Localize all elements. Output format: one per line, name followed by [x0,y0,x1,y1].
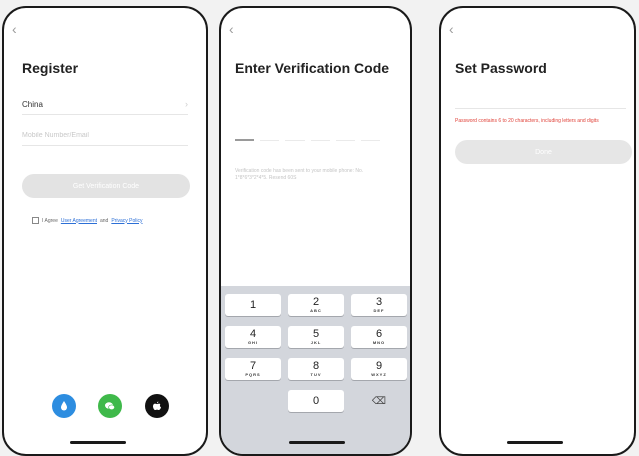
home-indicator [507,441,563,444]
page-title: Enter Verification Code [235,60,390,76]
key-2[interactable]: 2 ABC [288,294,344,316]
key-9[interactable]: 9 WXYZ [351,358,407,380]
key-5[interactable]: 5 JKL [288,326,344,348]
user-agreement-link[interactable]: User Agreement [61,218,97,224]
agree-and: and [100,217,109,224]
privacy-policy-link[interactable]: Privacy Policy [111,218,142,224]
delete-key[interactable]: ⌫ [351,390,407,412]
code-digit [335,135,355,141]
phone-field-row [22,125,188,146]
password-input[interactable] [455,108,626,109]
verification-screen: ‹ Enter Verification Code Verification c… [219,6,412,456]
country-value: China [22,99,43,109]
code-digit [260,135,280,141]
set-password-screen: ‹ Set Password Password contains 6 to 20… [439,6,636,456]
home-indicator [289,441,345,444]
agreement-row: I Agree User Agreement and Privacy Polic… [32,217,142,224]
wechat-login-button[interactable] [98,394,122,418]
drop-login-button[interactable] [52,394,76,418]
key-0[interactable]: 0 [288,390,344,412]
phone-email-input[interactable] [22,131,188,139]
key-4[interactable]: 4 GHI [225,326,281,348]
password-error-text: Password contains 6 to 20 characters, in… [455,118,599,124]
agree-prefix: I Agree [42,217,58,224]
drop-icon [61,401,67,411]
code-input[interactable] [235,135,381,141]
page-title: Set Password [455,60,547,76]
key-8[interactable]: 8 TUV [288,358,344,380]
page-title: Register [22,60,79,76]
key-1[interactable]: 1 [225,294,281,316]
back-icon[interactable]: ‹ [12,22,17,36]
back-icon[interactable]: ‹ [229,22,234,36]
key-7[interactable]: 7 PQRS [225,358,281,380]
code-digit [235,135,255,141]
verification-helper-text: Verification code has been sent to your … [235,168,364,181]
backspace-icon: ⌫ [371,395,387,407]
get-code-button[interactable]: Get Verification Code [22,174,190,198]
key-6[interactable]: 6 MNO [351,326,407,348]
code-digit [285,135,305,141]
register-screen: ‹ Register China › Get Verification Code… [2,6,208,456]
apple-icon [153,401,161,410]
wechat-icon [105,402,115,411]
apple-login-button[interactable] [145,394,169,418]
code-digit [310,135,330,141]
done-button[interactable]: Done [455,140,632,164]
back-icon[interactable]: ‹ [449,22,454,36]
agree-checkbox[interactable] [32,217,39,224]
numeric-keypad: 1 2 ABC 3 DEF 4 GHI 5 JKL 6 MNO 7 PQRS 8 [221,286,410,454]
key-3[interactable]: 3 DEF [351,294,407,316]
country-selector[interactable]: China › [22,94,188,115]
chevron-right-icon: › [185,99,188,109]
home-indicator [70,441,126,444]
code-digit [360,135,381,141]
